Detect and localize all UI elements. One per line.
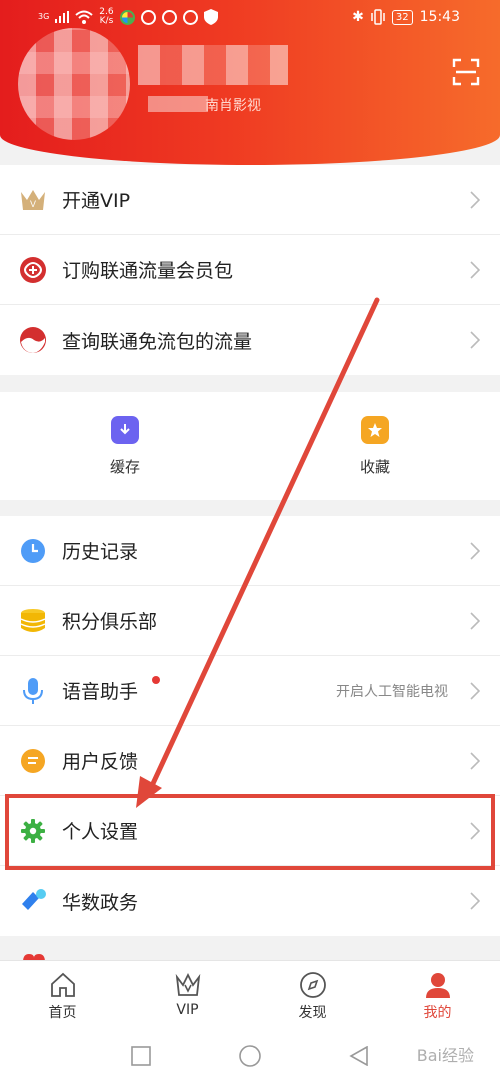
chevron-right-icon <box>470 892 480 910</box>
menu-item-label: 订购联通流量会员包 <box>62 260 234 282</box>
subtitle-blurred <box>148 96 208 112</box>
tab-label: VIP <box>176 1002 199 1018</box>
menu-item-feedback[interactable]: 用户反馈 <box>0 726 500 796</box>
home-button-icon[interactable] <box>239 1045 261 1067</box>
home-icon <box>50 972 75 997</box>
favorites-label: 收藏 <box>359 457 390 476</box>
username-blurred <box>138 45 288 85</box>
voice-assistant-hint: 开启人工智能电视 <box>336 683 448 700</box>
profile-subtitle: 南肖影视 <box>205 98 261 114</box>
star-icon <box>361 415 389 444</box>
recent-apps-icon[interactable] <box>131 1046 151 1066</box>
vip-crown-icon <box>175 972 200 996</box>
menu-item-history[interactable]: 历史记录 <box>0 516 500 586</box>
vibrate-icon <box>371 9 385 25</box>
scan-icon[interactable] <box>452 58 480 86</box>
download-icon <box>111 415 139 444</box>
menu-item-label: 开通VIP <box>62 190 131 212</box>
compass-icon <box>299 972 326 998</box>
menu-item-label: 查询联通免流包的流量 <box>62 330 253 353</box>
menu-item-label: 语音助手 <box>62 681 139 703</box>
notification-dot <box>152 676 160 684</box>
menu-item-huashu-government[interactable]: 华数政务 <box>0 866 500 936</box>
menu-item-label: 积分俱乐部 <box>62 611 158 633</box>
wifi-icon <box>75 10 93 24</box>
settings-menu-section: 历史记录 积分俱乐部 语音助手 开启人工智能电视 用户反馈 个人设置 华数政务 <box>0 516 500 936</box>
menu-item-voice-assistant[interactable]: 语音助手 开启人工智能电视 <box>0 656 500 726</box>
clock-icon <box>19 537 47 565</box>
crown-icon: V <box>19 186 47 214</box>
menu-item-open-vip[interactable]: V 开通VIP <box>0 165 500 235</box>
network-type: 3G <box>38 12 50 21</box>
tab-vip[interactable]: VIP <box>125 961 250 1028</box>
tab-discover[interactable]: 发现 <box>250 961 375 1028</box>
menu-item-unicom-traffic[interactable]: 查询联通免流包的流量 <box>0 305 500 375</box>
back-icon[interactable] <box>349 1046 369 1066</box>
microphone-icon <box>19 677 47 705</box>
signal-icon <box>55 11 70 23</box>
avatar[interactable] <box>18 28 130 140</box>
shield-icon <box>203 9 218 25</box>
government-icon <box>19 887 47 915</box>
vip-menu-section: V 开通VIP 订购联通流量会员包 查询联通免流包的流量 <box>0 165 500 375</box>
tab-label: 我的 <box>423 1005 452 1021</box>
app-notification-icon <box>119 9 135 25</box>
notification-icon <box>140 9 156 25</box>
cache-label: 缓存 <box>109 457 140 476</box>
page: 3G 2.6 K/s ✱ 32 15:43 南肖影视 V 开通VIP 订购联通流… <box>0 0 500 1084</box>
profile-header: 3G 2.6 K/s ✱ 32 15:43 南肖影视 <box>0 0 500 165</box>
menu-item-unicom-package[interactable]: 订购联通流量会员包 <box>0 235 500 305</box>
unicom-wave-icon <box>19 326 47 354</box>
network-speed: 2.6 K/s <box>99 7 114 26</box>
menu-item-label: 华数政务 <box>62 891 139 914</box>
quick-actions-section: 缓存 收藏 <box>0 392 500 500</box>
menu-item-label: 用户反馈 <box>62 751 139 773</box>
favorites-card[interactable]: 收藏 <box>250 392 500 500</box>
chevron-right-icon <box>470 611 480 630</box>
cache-card[interactable]: 缓存 <box>0 392 250 500</box>
unicom-knot-icon <box>19 256 47 284</box>
highlight-box <box>5 794 495 870</box>
watermark: Bai经验 <box>416 1046 474 1065</box>
chevron-right-icon <box>470 541 480 560</box>
tab-label: 首页 <box>48 1005 77 1021</box>
feedback-icon <box>19 747 47 775</box>
menu-item-points-club[interactable]: 积分俱乐部 <box>0 586 500 656</box>
clock-time: 15:43 <box>419 9 460 25</box>
bottom-tab-bar: 首页 VIP 发现 我的 <box>0 960 500 1028</box>
chevron-right-icon <box>470 331 480 349</box>
chevron-right-icon <box>470 751 480 770</box>
chevron-right-icon <box>470 260 480 279</box>
person-icon <box>425 973 450 998</box>
notification-icon <box>182 9 198 25</box>
chevron-right-icon <box>470 190 480 209</box>
battery-indicator: 32 <box>391 9 413 25</box>
svg-text:V: V <box>30 199 36 209</box>
tab-home[interactable]: 首页 <box>0 961 125 1028</box>
chevron-right-icon <box>470 681 480 700</box>
tab-mine[interactable]: 我的 <box>375 961 500 1028</box>
notification-icon <box>161 9 177 25</box>
coins-icon <box>19 607 47 635</box>
tab-label: 发现 <box>298 1005 327 1021</box>
menu-item-label: 历史记录 <box>62 541 139 563</box>
bluetooth-icon: ✱ <box>352 9 364 25</box>
